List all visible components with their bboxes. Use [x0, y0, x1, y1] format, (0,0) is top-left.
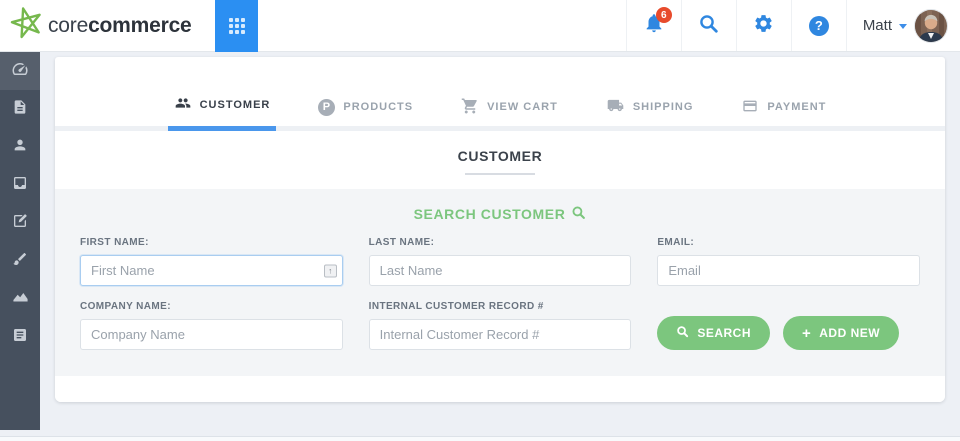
- internal-customer-record-field[interactable]: [368, 319, 632, 350]
- search-customer-section: SEARCH CUSTOMER FIRST NAME: ↑: [55, 189, 945, 376]
- tab-label: SHIPPING: [632, 101, 694, 113]
- truck-icon: [606, 97, 625, 117]
- question-icon: ?: [808, 15, 829, 36]
- header-actions: 6 ? Matt: [625, 0, 960, 51]
- header-search-button[interactable]: [680, 0, 736, 51]
- credit-card-icon: [741, 98, 759, 117]
- search-icon: [698, 13, 719, 39]
- inbox-icon: [12, 175, 28, 196]
- sidebar-item-inbox[interactable]: [0, 166, 40, 204]
- chevron-down-icon: [899, 24, 907, 29]
- card-footer: [55, 376, 945, 402]
- corecommerce-logo[interactable]: corecommerce: [0, 4, 192, 47]
- sidebar-item-pages[interactable]: [0, 318, 40, 356]
- user-menu[interactable]: Matt: [845, 0, 960, 51]
- dashboard-icon: [11, 60, 29, 83]
- last-name-label: LAST NAME:: [368, 237, 435, 248]
- cart-icon: [461, 97, 479, 118]
- tab-products[interactable]: P PRODUCTS: [312, 95, 419, 131]
- tab-customer[interactable]: CUSTOMER: [167, 95, 277, 131]
- add-new-button[interactable]: + ADD NEW: [783, 316, 900, 350]
- autofill-extension-icon[interactable]: ↑: [323, 264, 337, 277]
- sidebar-item-dashboard[interactable]: [0, 52, 40, 90]
- email-field[interactable]: [657, 255, 920, 286]
- plus-icon: +: [802, 324, 812, 342]
- tab-label: PRODUCTS: [343, 101, 414, 113]
- notification-badge: 6: [655, 7, 672, 23]
- gear-icon: [753, 13, 774, 39]
- section-heading-area: CUSTOMER: [55, 131, 945, 189]
- notifications-button[interactable]: 6: [625, 0, 681, 51]
- help-button[interactable]: ?: [790, 0, 846, 51]
- reports-chart-icon: [12, 288, 29, 310]
- search-button[interactable]: SEARCH: [657, 316, 770, 350]
- tab-label: PAYMENT: [767, 101, 827, 113]
- company-name-field[interactable]: [80, 319, 343, 350]
- order-entry-card: CUSTOMER P PRODUCTS VIEW CART SHIPPING P…: [55, 57, 945, 402]
- tab-shipping[interactable]: SHIPPING: [600, 95, 700, 131]
- star-logo-icon: [10, 4, 44, 47]
- first-name-field[interactable]: [80, 255, 343, 286]
- left-sidebar: [0, 52, 40, 430]
- apps-menu-button[interactable]: [215, 0, 258, 52]
- search-icon-white: [676, 325, 689, 341]
- heading-divider: [465, 173, 535, 175]
- page-title: CUSTOMER: [457, 148, 543, 164]
- user-name: Matt: [862, 17, 892, 34]
- sidebar-item-orders[interactable]: [0, 90, 40, 128]
- sidebar-item-reports[interactable]: [0, 280, 40, 318]
- last-name-field[interactable]: [368, 255, 632, 286]
- sidebar-item-edit-forms[interactable]: [0, 204, 40, 242]
- first-name-label: FIRST NAME:: [80, 237, 149, 248]
- sidebar-item-design[interactable]: [0, 242, 40, 280]
- app-grid-icon: [228, 18, 245, 34]
- customers-person-icon: [12, 137, 28, 158]
- design-brush-icon: [12, 251, 28, 272]
- form-actions: SEARCH + ADD NEW: [657, 301, 920, 350]
- tab-view-cart[interactable]: VIEW CART: [455, 95, 564, 131]
- search-icon-green: [571, 205, 586, 223]
- logo-text: corecommerce: [48, 13, 192, 37]
- bottom-page-strip: [0, 436, 960, 441]
- main-content: CUSTOMER P PRODUCTS VIEW CART SHIPPING P…: [40, 52, 960, 441]
- user-avatar: [914, 8, 948, 43]
- p-circle-icon: P: [318, 98, 336, 116]
- search-customer-title: SEARCH CUSTOMER: [80, 205, 920, 223]
- edit-document-icon: [12, 213, 28, 234]
- sidebar-item-customers[interactable]: [0, 128, 40, 166]
- top-header: corecommerce 6 ? Matt: [0, 0, 960, 52]
- orders-document-icon: [12, 99, 28, 120]
- search-form: FIRST NAME: ↑ LAST NAME: EMAIL: COMPANY …: [80, 237, 920, 350]
- people-icon: [174, 95, 192, 114]
- step-tabs: CUSTOMER P PRODUCTS VIEW CART SHIPPING P…: [55, 57, 945, 131]
- tab-payment[interactable]: PAYMENT: [735, 95, 832, 131]
- pages-file-icon: [12, 327, 28, 348]
- company-name-label: COMPANY NAME:: [80, 301, 171, 312]
- email-label: EMAIL:: [657, 237, 695, 248]
- internal-record-label: INTERNAL CUSTOMER RECORD #: [368, 301, 544, 312]
- tab-label: VIEW CART: [487, 101, 558, 113]
- settings-button[interactable]: [735, 0, 791, 51]
- tab-label: CUSTOMER: [199, 98, 271, 111]
